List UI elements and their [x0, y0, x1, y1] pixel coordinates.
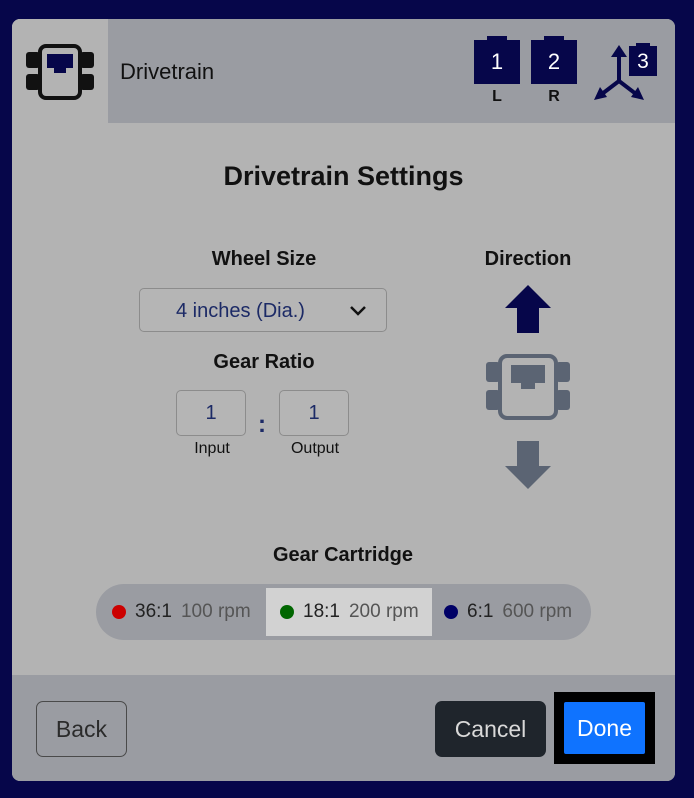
done-button[interactable]: Done: [564, 702, 645, 754]
gear-ratio-input-field[interactable]: 1: [176, 390, 246, 436]
gear-cartridge-label: Gear Cartridge: [272, 544, 414, 566]
cartridge-ratio: 18:1: [303, 601, 340, 622]
header-title: Drivetrain: [120, 59, 215, 84]
gear-cartridge-selector: 36:1 100 rpm 18:1 200 rpm 6:1 600 rpm: [96, 584, 591, 640]
arrow-down-reverse-icon[interactable]: [503, 440, 553, 490]
cartridge-option-18-1[interactable]: 18:1 200 rpm: [266, 588, 432, 636]
input-label: Input: [194, 440, 230, 457]
direction-label: Direction: [484, 248, 572, 270]
port-1-label: L: [492, 88, 502, 105]
chevron-down-icon: [350, 306, 366, 316]
dialog-header: Drivetrain 1 L 2 R 3: [12, 19, 675, 123]
robot-icon: [486, 354, 570, 420]
drivetrain-icon: [26, 44, 94, 100]
cartridge-rpm: 200 rpm: [348, 601, 419, 622]
cartridge-option-6-1[interactable]: 6:1 600 rpm: [444, 588, 584, 636]
port-2-number: 2: [547, 49, 561, 74]
back-button[interactable]: Back: [36, 701, 127, 757]
cartridge-ratio: 6:1: [467, 601, 494, 622]
wheel-size-select[interactable]: 4 inches (Dia.): [139, 288, 387, 332]
arrow-up-forward-icon[interactable]: [503, 284, 553, 334]
wheel-size-value: 4 inches (Dia.): [176, 300, 305, 322]
port-2-label: R: [548, 88, 560, 105]
gear-ratio-label: Gear Ratio: [213, 351, 315, 373]
dialog-footer: Back Cancel Done: [12, 675, 675, 781]
gear-ratio-output-field[interactable]: 1: [279, 390, 349, 436]
port-3-inertial-button[interactable]: 3: [592, 43, 660, 103]
red-dot-icon: [112, 605, 126, 619]
navy-dot-icon: [444, 605, 458, 619]
output-label: Output: [290, 440, 340, 457]
port-2-button[interactable]: 2 R: [531, 36, 577, 105]
green-dot-icon: [280, 605, 294, 619]
settings-title: Drivetrain Settings: [223, 161, 464, 191]
drivetrain-tab[interactable]: [12, 19, 108, 123]
cancel-button[interactable]: Cancel: [435, 701, 546, 757]
cartridge-rpm: 100 rpm: [180, 601, 251, 622]
port-3-number: 3: [637, 50, 649, 73]
ratio-separator: :: [258, 411, 266, 438]
cartridge-ratio: 36:1: [135, 601, 172, 622]
port-1-button[interactable]: 1 L: [474, 36, 520, 105]
wheel-size-label: Wheel Size: [211, 248, 317, 270]
cartridge-option-36-1[interactable]: 36:1 100 rpm: [112, 588, 262, 636]
drivetrain-dialog: Drivetrain 1 L 2 R 3 Drivetrain Settings…: [12, 19, 675, 781]
port-1-number: 1: [490, 49, 504, 74]
cartridge-rpm: 600 rpm: [502, 601, 573, 622]
